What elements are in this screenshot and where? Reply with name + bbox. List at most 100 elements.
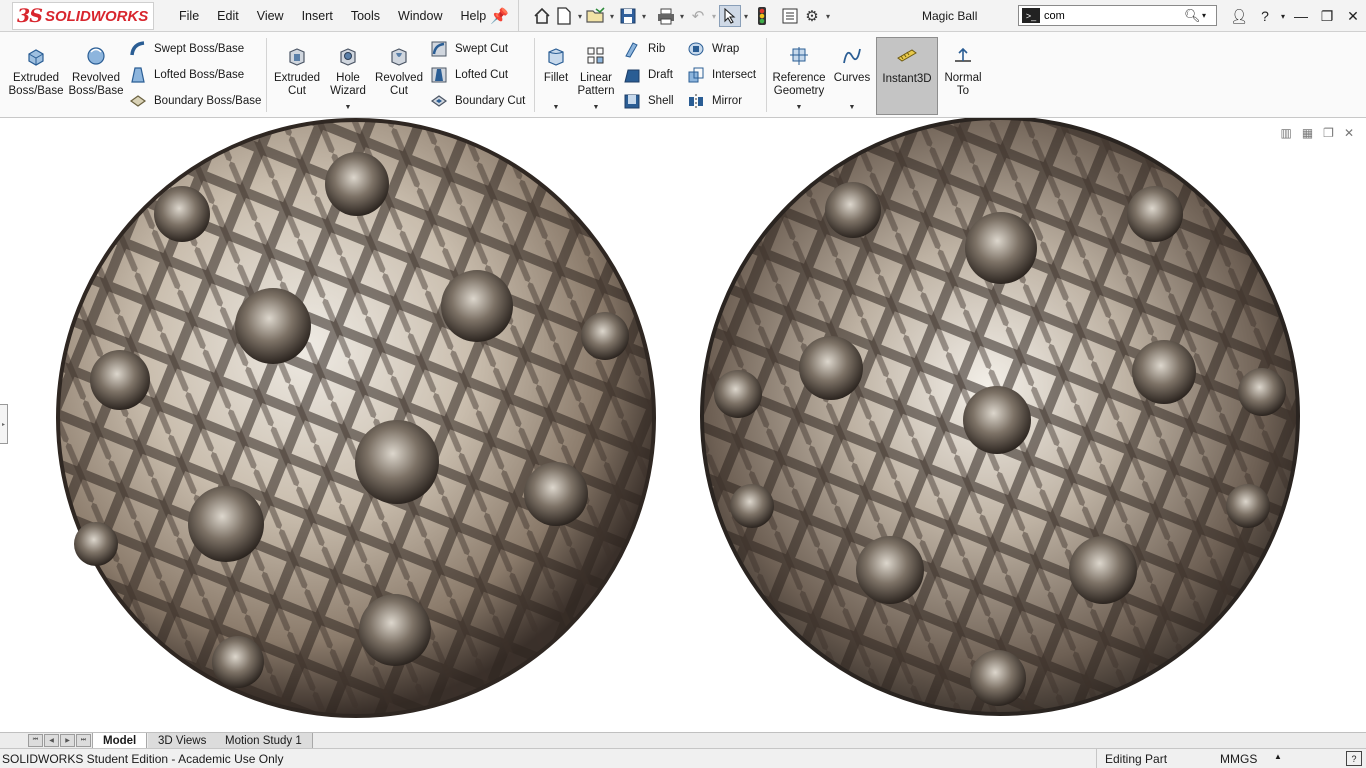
linear-pattern-dropdown-icon[interactable]: ▼ <box>593 101 600 114</box>
boundary-boss-button[interactable]: Boundary Boss/Base <box>128 91 261 111</box>
fillet-dropdown-icon[interactable]: ▼ <box>553 101 560 114</box>
boundary-cut-button[interactable]: Boundary Cut <box>429 91 525 111</box>
menu-file[interactable]: File <box>170 9 208 23</box>
document-tabs-bar: ⏮ ◀ ▶ ⏭ Model 3D Views Motion Study 1 <box>0 732 1366 748</box>
help-icon[interactable]: ? <box>1252 8 1278 24</box>
revolved-cut-button[interactable]: Revolved Cut <box>372 44 426 98</box>
swept-cut-button[interactable]: Swept Cut <box>429 39 508 59</box>
search-input[interactable] <box>1044 9 1184 22</box>
menu-tools[interactable]: Tools <box>342 9 389 23</box>
save-icon[interactable] <box>617 5 639 27</box>
print-dropdown-icon[interactable]: ▾ <box>677 12 687 21</box>
shell-button[interactable]: Shell <box>622 91 674 111</box>
feature-manager-toggle[interactable]: ▸ <box>0 404 8 444</box>
help-dropdown-icon[interactable]: ▾ <box>1278 12 1288 21</box>
pane-collapse-icon[interactable]: ▥ <box>1280 126 1291 140</box>
swept-boss-button[interactable]: Swept Boss/Base <box>128 39 244 59</box>
new-document-icon[interactable] <box>553 5 575 27</box>
revolved-cut-label: Revolved Cut <box>375 72 423 97</box>
hole-wizard-button[interactable]: Hole Wizard ▼ <box>324 44 372 114</box>
close-icon[interactable]: ✕ <box>1340 8 1366 25</box>
menu-help[interactable]: Help <box>452 9 496 23</box>
open-folder-icon[interactable] <box>585 5 607 27</box>
revolved-boss-button[interactable]: Revolved Boss/Base <box>68 44 124 98</box>
next-tab-icon[interactable]: ▶ <box>60 734 75 747</box>
print-icon[interactable] <box>655 5 677 27</box>
new-dropdown-icon[interactable]: ▾ <box>575 12 585 21</box>
first-tab-icon[interactable]: ⏮ <box>28 734 43 747</box>
wrap-button[interactable]: Wrap <box>686 39 739 59</box>
linear-pattern-button[interactable]: Linear Pattern ▼ <box>574 44 618 114</box>
status-bar: SOLIDWORKS Student Edition - Academic Us… <box>0 748 1366 768</box>
last-tab-icon[interactable]: ⏭ <box>76 734 91 747</box>
extruded-cut-icon <box>284 44 310 68</box>
viewport-close-icon[interactable]: ✕ <box>1344 126 1354 140</box>
minimize-icon[interactable]: — <box>1288 8 1314 24</box>
rib-icon <box>622 40 642 58</box>
file-properties-icon[interactable] <box>779 5 801 27</box>
curves-button[interactable]: Curves ▼ <box>830 44 874 114</box>
menu-edit[interactable]: Edit <box>208 9 248 23</box>
user-account-icon[interactable]: 👤︎ <box>1226 8 1252 25</box>
home-icon[interactable] <box>531 5 553 27</box>
save-dropdown-icon[interactable]: ▾ <box>639 12 649 21</box>
tab-3d-views-label: 3D Views <box>158 734 207 747</box>
instant3d-icon <box>896 46 918 67</box>
lofted-boss-button[interactable]: Lofted Boss/Base <box>128 65 244 85</box>
search-icon[interactable]: 🔍︎ <box>1184 8 1202 24</box>
options-dropdown-icon[interactable]: ▾ <box>823 12 833 21</box>
reference-geometry-icon <box>786 44 812 68</box>
menu-bar: File Edit View Insert Tools Window Help <box>170 0 495 32</box>
unit-system-dropdown-icon[interactable]: ▲ <box>1274 752 1282 761</box>
wrap-label: Wrap <box>712 43 740 55</box>
quick-tips-icon[interactable]: ? <box>1346 751 1362 766</box>
solidworks-logo[interactable]: 3S SOLIDWORKS <box>12 2 154 30</box>
search-commands-icon[interactable]: >_ <box>1022 8 1040 23</box>
fillet-button[interactable]: Fillet ▼ <box>538 44 574 114</box>
lofted-boss-icon <box>128 66 148 84</box>
reference-geometry-dropdown-icon[interactable]: ▼ <box>796 101 803 114</box>
magic-ball-left[interactable] <box>56 118 656 718</box>
magic-ball-right[interactable] <box>700 118 1300 716</box>
rebuild-traffic-light-icon[interactable] <box>751 5 773 27</box>
normal-to-button[interactable]: Normal To <box>942 44 984 98</box>
search-dropdown-icon[interactable]: ▾ <box>1202 11 1212 20</box>
mirror-button[interactable]: Mirror <box>686 91 742 111</box>
options-gear-icon[interactable]: ⚙ <box>801 5 823 27</box>
hole-wizard-dropdown-icon[interactable]: ▼ <box>345 101 352 114</box>
tab-model-label: Model <box>103 734 137 747</box>
boundary-boss-icon <box>128 92 148 110</box>
draft-label: Draft <box>648 69 673 81</box>
instant3d-toggle[interactable]: Instant3D <box>876 37 938 115</box>
search-box[interactable]: >_ 🔍︎ ▾ <box>1018 5 1217 26</box>
reference-geometry-label: Reference Geometry <box>772 72 826 97</box>
undo-icon[interactable]: ↶ <box>687 5 709 27</box>
boundary-cut-label: Boundary Cut <box>455 95 526 107</box>
tab-3d-views[interactable]: 3D Views <box>148 733 218 748</box>
prev-tab-icon[interactable]: ◀ <box>44 734 59 747</box>
menu-window[interactable]: Window <box>389 9 451 23</box>
pane-expand-icon[interactable]: ▦ <box>1302 126 1313 140</box>
undo-dropdown-icon[interactable]: ▾ <box>709 12 719 21</box>
draft-button[interactable]: Draft <box>622 65 673 85</box>
unit-system[interactable]: MMGS <box>1220 752 1257 766</box>
graphics-area[interactable]: ▥ ▦ ❐ ✕ ▸ <box>0 118 1366 732</box>
command-manager: Extruded Boss/Base Revolved Boss/Base Sw… <box>0 32 1366 118</box>
viewport-restore-icon[interactable]: ❐ <box>1323 126 1334 140</box>
tab-motion-study[interactable]: Motion Study 1 <box>215 733 313 748</box>
tab-model[interactable]: Model <box>92 733 148 748</box>
intersect-button[interactable]: Intersect <box>686 65 756 85</box>
lofted-cut-button[interactable]: Lofted Cut <box>429 65 508 85</box>
extruded-boss-button[interactable]: Extruded Boss/Base <box>8 44 64 98</box>
open-dropdown-icon[interactable]: ▾ <box>607 12 617 21</box>
extruded-cut-button[interactable]: Extruded Cut <box>270 44 324 98</box>
menu-insert[interactable]: Insert <box>293 9 342 23</box>
rib-button[interactable]: Rib <box>622 39 665 59</box>
select-dropdown-icon[interactable]: ▾ <box>741 12 751 21</box>
select-arrow-icon[interactable] <box>719 5 741 27</box>
restore-icon[interactable]: ❐ <box>1314 8 1340 25</box>
reference-geometry-button[interactable]: Reference Geometry ▼ <box>770 44 828 114</box>
menu-view[interactable]: View <box>248 9 293 23</box>
curves-dropdown-icon[interactable]: ▼ <box>849 101 856 114</box>
pin-menu-icon[interactable]: 📌 <box>490 7 509 25</box>
